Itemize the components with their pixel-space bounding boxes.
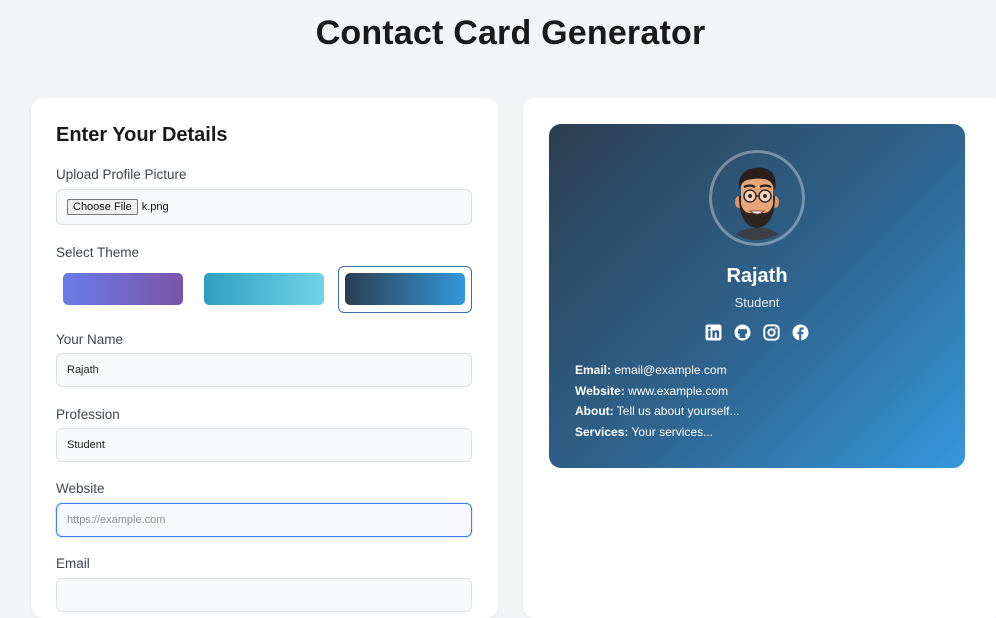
website-placeholder: https://example.com: [67, 514, 166, 526]
card-services-value: Your services...: [631, 424, 714, 439]
form-heading: Enter Your Details: [56, 124, 228, 146]
selected-file-name: k.png: [141, 201, 169, 213]
facebook-icon[interactable]: [792, 324, 809, 341]
profile-picture-input[interactable]: Choose File k.png: [56, 189, 472, 225]
avatar: [715, 156, 799, 240]
details-form-panel: Enter Your Details Upload Profile Pictur…: [31, 98, 498, 618]
upload-label: Upload Profile Picture: [56, 167, 187, 182]
theme-option-purple[interactable]: [63, 273, 183, 305]
social-links: [705, 324, 809, 342]
card-details: Email: email@example.com Website: www.ex…: [575, 360, 740, 442]
instagram-icon[interactable]: [763, 324, 780, 341]
card-profession: Student: [734, 295, 780, 310]
page-title: Contact Card Generator: [315, 14, 706, 52]
website-input[interactable]: https://example.com: [56, 503, 472, 537]
card-name: Rajath: [726, 265, 788, 287]
email-input[interactable]: [56, 578, 472, 612]
card-email-row: Email: email@example.com: [575, 360, 740, 381]
name-input[interactable]: Rajath: [56, 353, 472, 387]
avatar-ring: [709, 150, 805, 246]
github-icon[interactable]: [734, 324, 751, 341]
card-email-key: Email:: [575, 363, 612, 377]
name-label: Your Name: [56, 332, 124, 347]
choose-file-button[interactable]: Choose File: [67, 199, 138, 215]
card-email-value: email@example.com: [614, 363, 727, 377]
card-website-key: Website:: [575, 383, 625, 398]
theme-option-dark-blue[interactable]: [345, 273, 465, 305]
contact-card: Rajath Student Email: email@example.com …: [549, 124, 965, 468]
avatar-illustration: [733, 167, 781, 240]
profession-input[interactable]: Student: [56, 428, 472, 462]
card-preview-panel: Rajath Student Email: email@example.com …: [523, 98, 996, 618]
linkedin-icon[interactable]: [705, 324, 722, 341]
card-about-row: About: Tell us about yourself...: [575, 401, 740, 422]
website-label: Website: [56, 481, 105, 496]
card-services-row: Services: Your services...: [575, 422, 740, 443]
card-services-key: Services:: [575, 424, 629, 439]
profession-label: Profession: [56, 407, 120, 422]
card-website-row: Website: www.example.com: [575, 381, 740, 402]
card-about-value: Tell us about yourself...: [616, 404, 740, 418]
theme-option-cyan[interactable]: [204, 273, 324, 305]
email-label: Email: [56, 556, 90, 571]
card-website-value: www.example.com: [628, 383, 729, 398]
theme-label: Select Theme: [56, 245, 140, 260]
card-about-key: About:: [575, 404, 614, 418]
